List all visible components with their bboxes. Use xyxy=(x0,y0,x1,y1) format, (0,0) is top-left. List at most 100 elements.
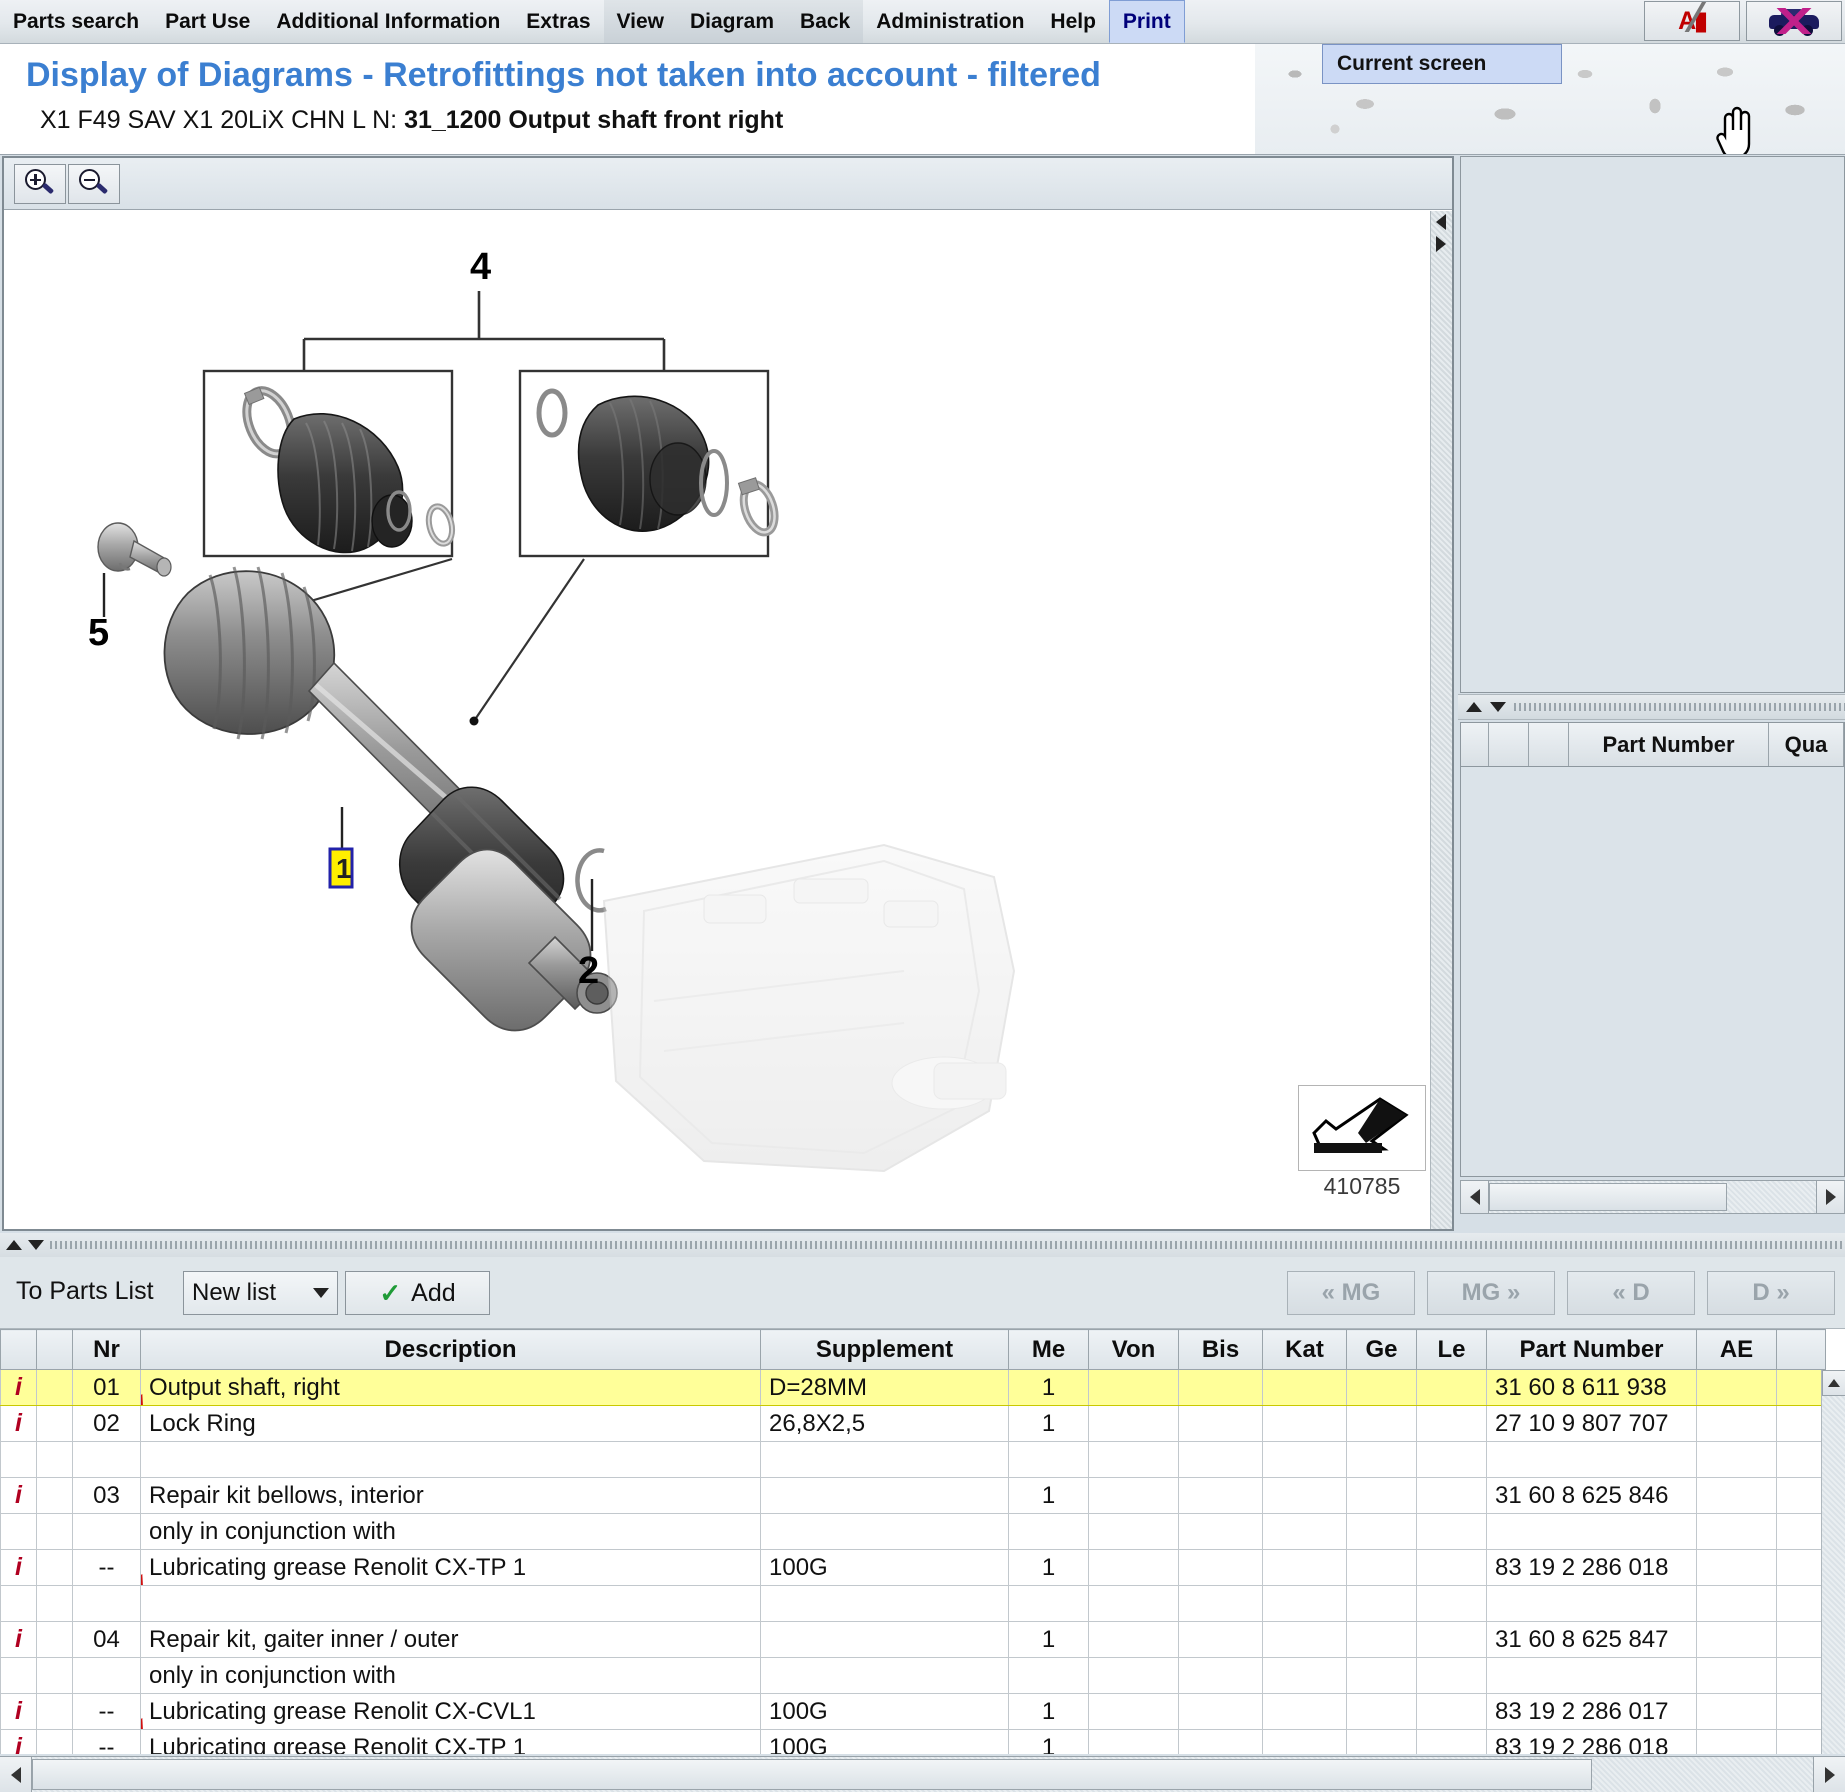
next-d-button[interactable]: D » xyxy=(1707,1271,1835,1315)
parts-scroll-up-arrow-icon[interactable] xyxy=(1822,1370,1845,1396)
menu-help[interactable]: Help xyxy=(1037,0,1109,43)
parts-list-select[interactable]: New list xyxy=(183,1271,338,1315)
row-part-number: 31 60 8 625 847 xyxy=(1486,1621,1697,1658)
scroll-right-arrow-icon[interactable] xyxy=(1816,1181,1844,1213)
window-scroll-left-icon[interactable] xyxy=(0,1757,32,1792)
col-supplement[interactable]: Supplement xyxy=(760,1329,1009,1370)
right-table-body[interactable] xyxy=(1461,767,1844,1176)
chevron-down-icon[interactable] xyxy=(1490,702,1506,712)
col-von[interactable]: Von xyxy=(1088,1329,1179,1370)
print-dropdown-current-screen[interactable]: Current screen xyxy=(1322,44,1562,84)
info-icon[interactable]: i xyxy=(15,1625,22,1653)
col-me[interactable]: Me xyxy=(1008,1329,1089,1370)
row-extra xyxy=(1776,1405,1826,1442)
table-row[interactable]: i -- Lubricating grease Renolit CX-TP 1 100… xyxy=(0,1549,1826,1586)
chevron-left-icon[interactable] xyxy=(1436,214,1446,230)
menu-view[interactable]: View xyxy=(603,0,677,43)
row-part-number: 27 10 9 807 707 xyxy=(1486,1405,1697,1442)
table-row[interactable]: i 03 Repair kit bellows, interior 1 31 60 8 … xyxy=(0,1477,1826,1514)
table-row[interactable]: i 01 Output shaft, right D=28MM 1 31 60 8 611… xyxy=(0,1369,1826,1406)
row-me xyxy=(1008,1585,1089,1622)
table-row[interactable] xyxy=(0,1585,1826,1622)
row-info-icon xyxy=(0,1513,37,1550)
window-scroll-right-icon[interactable] xyxy=(1813,1757,1845,1792)
diagram-split-arrows[interactable] xyxy=(1432,214,1450,260)
right-col-0[interactable] xyxy=(1461,723,1489,766)
info-icon[interactable]: i xyxy=(15,1373,22,1401)
right-table-horizontal-scrollbar[interactable] xyxy=(1460,1180,1845,1214)
diagram-canvas[interactable]: 4 3 xyxy=(4,211,1430,1229)
window-hscroll-thumb[interactable] xyxy=(32,1759,1592,1790)
menu-parts-search[interactable]: Parts search xyxy=(0,0,152,43)
info-icon[interactable]: i xyxy=(15,1733,22,1754)
right-hscroll-track[interactable] xyxy=(1489,1181,1816,1213)
prev-d-button[interactable]: « D xyxy=(1567,1271,1695,1315)
right-col-quantity[interactable]: Qua xyxy=(1769,723,1844,766)
table-row[interactable]: i -- Lubricating grease Renolit CX-CVL1 100… xyxy=(0,1693,1826,1730)
bottom-splitter[interactable] xyxy=(0,1233,1845,1257)
menu-administration[interactable]: Administration xyxy=(863,0,1037,43)
col-kat[interactable]: Kat xyxy=(1262,1329,1347,1370)
abc-translate-icon-button[interactable]: A▮ xyxy=(1644,1,1740,41)
table-row[interactable]: i 02 Lock Ring 26,8X2,5 1 27 10 9 807 707 xyxy=(0,1405,1826,1442)
row-extra xyxy=(1776,1369,1826,1406)
window-horizontal-scrollbar[interactable] xyxy=(0,1756,1845,1792)
table-row[interactable] xyxy=(0,1441,1826,1478)
chevron-up-icon[interactable] xyxy=(1466,702,1482,712)
table-row[interactable]: i 04 Repair kit, gaiter inner / outer 1 31 6… xyxy=(0,1621,1826,1658)
menu-diagram[interactable]: Diagram xyxy=(677,0,788,43)
table-row[interactable]: only in conjunction with xyxy=(0,1657,1826,1694)
col-part-number[interactable]: Part Number xyxy=(1486,1329,1697,1370)
col-ae[interactable]: AE xyxy=(1696,1329,1777,1370)
right-col-1[interactable] xyxy=(1489,723,1529,766)
add-button[interactable]: ✓ Add xyxy=(345,1271,490,1315)
col-blank[interactable] xyxy=(36,1329,73,1370)
row-nr: 02 xyxy=(72,1405,141,1442)
row-le xyxy=(1416,1693,1487,1730)
ghost-transfer-case xyxy=(602,843,1016,1173)
menu-extras[interactable]: Extras xyxy=(513,0,603,43)
diagram-vertical-scrollbar[interactable] xyxy=(1430,211,1452,1229)
col-le[interactable]: Le xyxy=(1416,1329,1487,1370)
col-extra[interactable] xyxy=(1776,1329,1826,1370)
right-col-2[interactable] xyxy=(1529,723,1569,766)
right-preview-panel xyxy=(1460,156,1845,693)
zoom-in-button[interactable] xyxy=(14,164,66,204)
table-row[interactable]: i -- Lubricating grease Renolit CX-TP 1 100… xyxy=(0,1729,1826,1754)
bottom-splitter-grip[interactable] xyxy=(50,1241,1845,1249)
row-bis xyxy=(1178,1405,1263,1442)
next-mg-button[interactable]: MG » xyxy=(1427,1271,1555,1315)
col-ge[interactable]: Ge xyxy=(1346,1329,1417,1370)
parts-table-vertical-scrollbar[interactable] xyxy=(1821,1370,1845,1754)
right-parts-table: Part Number Qua xyxy=(1460,722,1845,1177)
col-info[interactable] xyxy=(0,1329,37,1370)
bottom-chevron-up-icon[interactable] xyxy=(6,1240,22,1250)
scroll-left-arrow-icon[interactable] xyxy=(1461,1181,1489,1213)
right-panel-splitter[interactable] xyxy=(1458,694,1845,720)
right-hscroll-thumb[interactable] xyxy=(1489,1183,1727,1211)
window-hscroll-track[interactable] xyxy=(32,1757,1813,1792)
row-ge xyxy=(1346,1477,1417,1514)
menu-print[interactable]: Print xyxy=(1108,0,1185,43)
info-icon[interactable]: i xyxy=(15,1697,22,1725)
zoom-out-button[interactable] xyxy=(68,164,120,204)
info-icon[interactable]: i xyxy=(15,1409,22,1437)
vehicle-icon-button[interactable] xyxy=(1746,1,1842,41)
col-description[interactable]: Description xyxy=(140,1329,761,1370)
menu-part-use[interactable]: Part Use xyxy=(152,0,263,43)
table-row[interactable]: only in conjunction with xyxy=(0,1513,1826,1550)
row-ge xyxy=(1346,1729,1417,1754)
col-nr[interactable]: Nr xyxy=(72,1329,141,1370)
info-icon[interactable]: i xyxy=(15,1553,22,1581)
prev-mg-button[interactable]: « MG xyxy=(1287,1271,1415,1315)
chevron-right-icon[interactable] xyxy=(1436,236,1446,252)
row-me: 1 xyxy=(1008,1369,1089,1406)
row-me xyxy=(1008,1657,1089,1694)
menu-back[interactable]: Back xyxy=(787,0,864,43)
col-bis[interactable]: Bis xyxy=(1178,1329,1263,1370)
info-icon[interactable]: i xyxy=(15,1481,22,1509)
right-col-part-number[interactable]: Part Number xyxy=(1569,723,1769,766)
splitter-grip[interactable] xyxy=(1514,703,1845,711)
menu-additional-information[interactable]: Additional Information xyxy=(263,0,513,43)
bottom-chevron-down-icon[interactable] xyxy=(28,1240,44,1250)
